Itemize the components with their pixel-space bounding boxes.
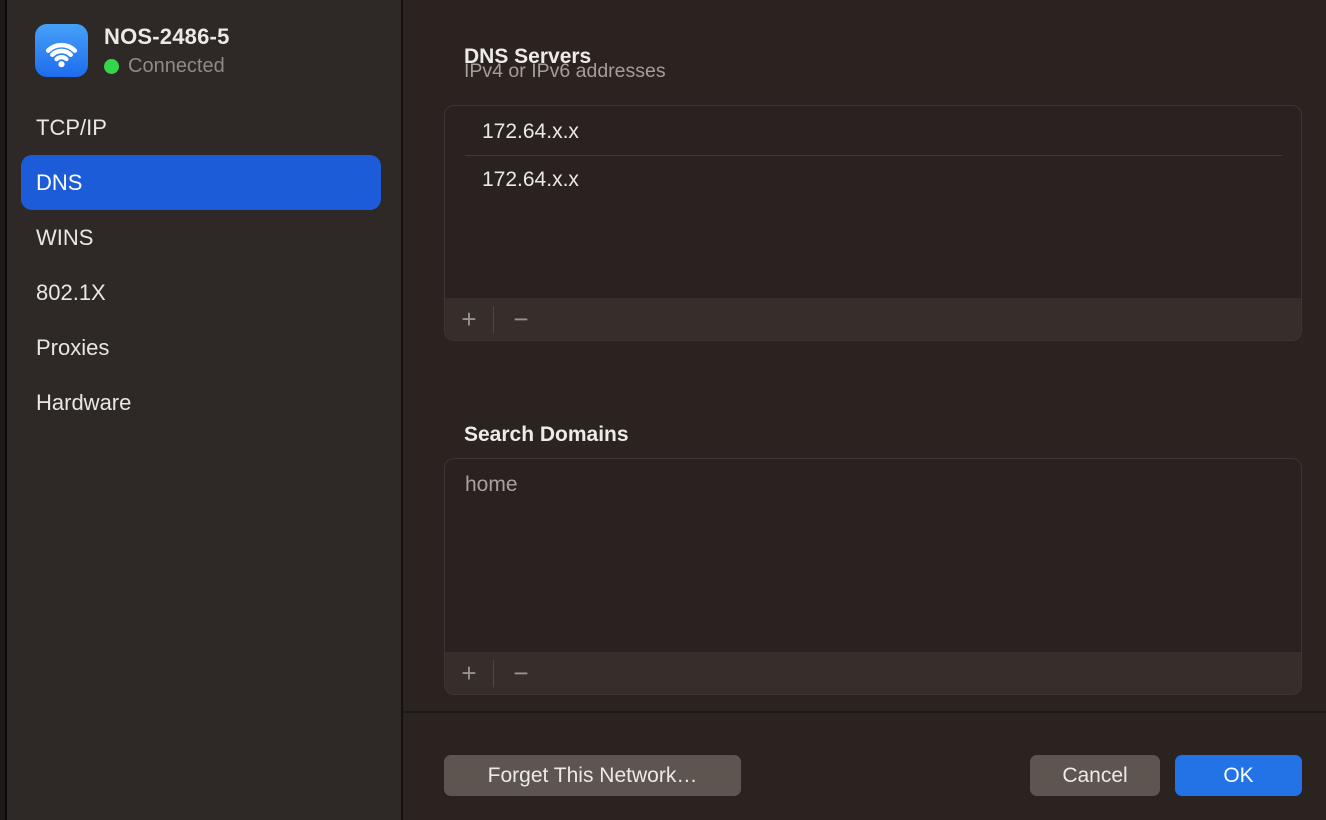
remove-dns-server-button[interactable]: − <box>494 298 548 340</box>
add-dns-server-button[interactable]: + <box>445 298 493 340</box>
search-domain-row[interactable]: home <box>445 461 1301 508</box>
search-domains-rows: home <box>445 459 1301 508</box>
window-edge-strip <box>0 0 7 820</box>
network-header: NOS-2486-5 Connected <box>35 24 230 77</box>
network-status: Connected <box>104 56 230 76</box>
sidebar-item-hardware[interactable]: Hardware <box>21 375 381 430</box>
search-domains-footer: + − <box>445 651 1301 694</box>
cancel-button[interactable]: Cancel <box>1030 755 1160 796</box>
ok-button[interactable]: OK <box>1175 755 1302 796</box>
network-info: NOS-2486-5 Connected <box>104 25 230 76</box>
forget-network-button[interactable]: Forget This Network… <box>444 755 741 796</box>
sidebar-item-proxies[interactable]: Proxies <box>21 320 381 375</box>
dns-servers-listbox: 172.64.x.x 172.64.x.x + − <box>444 105 1302 341</box>
bottom-divider <box>403 711 1326 713</box>
sidebar-item-8021x[interactable]: 802.1X <box>21 265 381 320</box>
search-domains-listbox: home + − <box>444 458 1302 695</box>
sidebar: NOS-2486-5 Connected TCP/IP DNS WINS 802… <box>0 0 403 820</box>
sidebar-item-tcpip[interactable]: TCP/IP <box>21 100 381 155</box>
dns-settings-panel: DNS Servers IPv4 or IPv6 addresses 172.6… <box>403 0 1326 820</box>
dns-server-row[interactable]: 172.64.x.x <box>445 156 1301 203</box>
dns-server-row[interactable]: 172.64.x.x <box>445 108 1301 155</box>
remove-search-domain-button[interactable]: − <box>494 652 548 694</box>
wifi-icon <box>35 24 88 77</box>
settings-nav: TCP/IP DNS WINS 802.1X Proxies Hardware <box>21 100 381 430</box>
network-name: NOS-2486-5 <box>104 25 230 49</box>
search-domains-title: Search Domains <box>464 422 629 447</box>
dns-servers-rows: 172.64.x.x 172.64.x.x <box>445 106 1301 203</box>
add-search-domain-button[interactable]: + <box>445 652 493 694</box>
sidebar-item-dns[interactable]: DNS <box>21 155 381 210</box>
wifi-details-window: NOS-2486-5 Connected TCP/IP DNS WINS 802… <box>0 0 1326 820</box>
connected-dot-icon <box>104 59 119 74</box>
connected-label: Connected <box>128 56 225 76</box>
dns-servers-subtitle: IPv4 or IPv6 addresses <box>464 60 666 83</box>
dns-servers-footer: + − <box>445 297 1301 340</box>
sidebar-item-wins[interactable]: WINS <box>21 210 381 265</box>
